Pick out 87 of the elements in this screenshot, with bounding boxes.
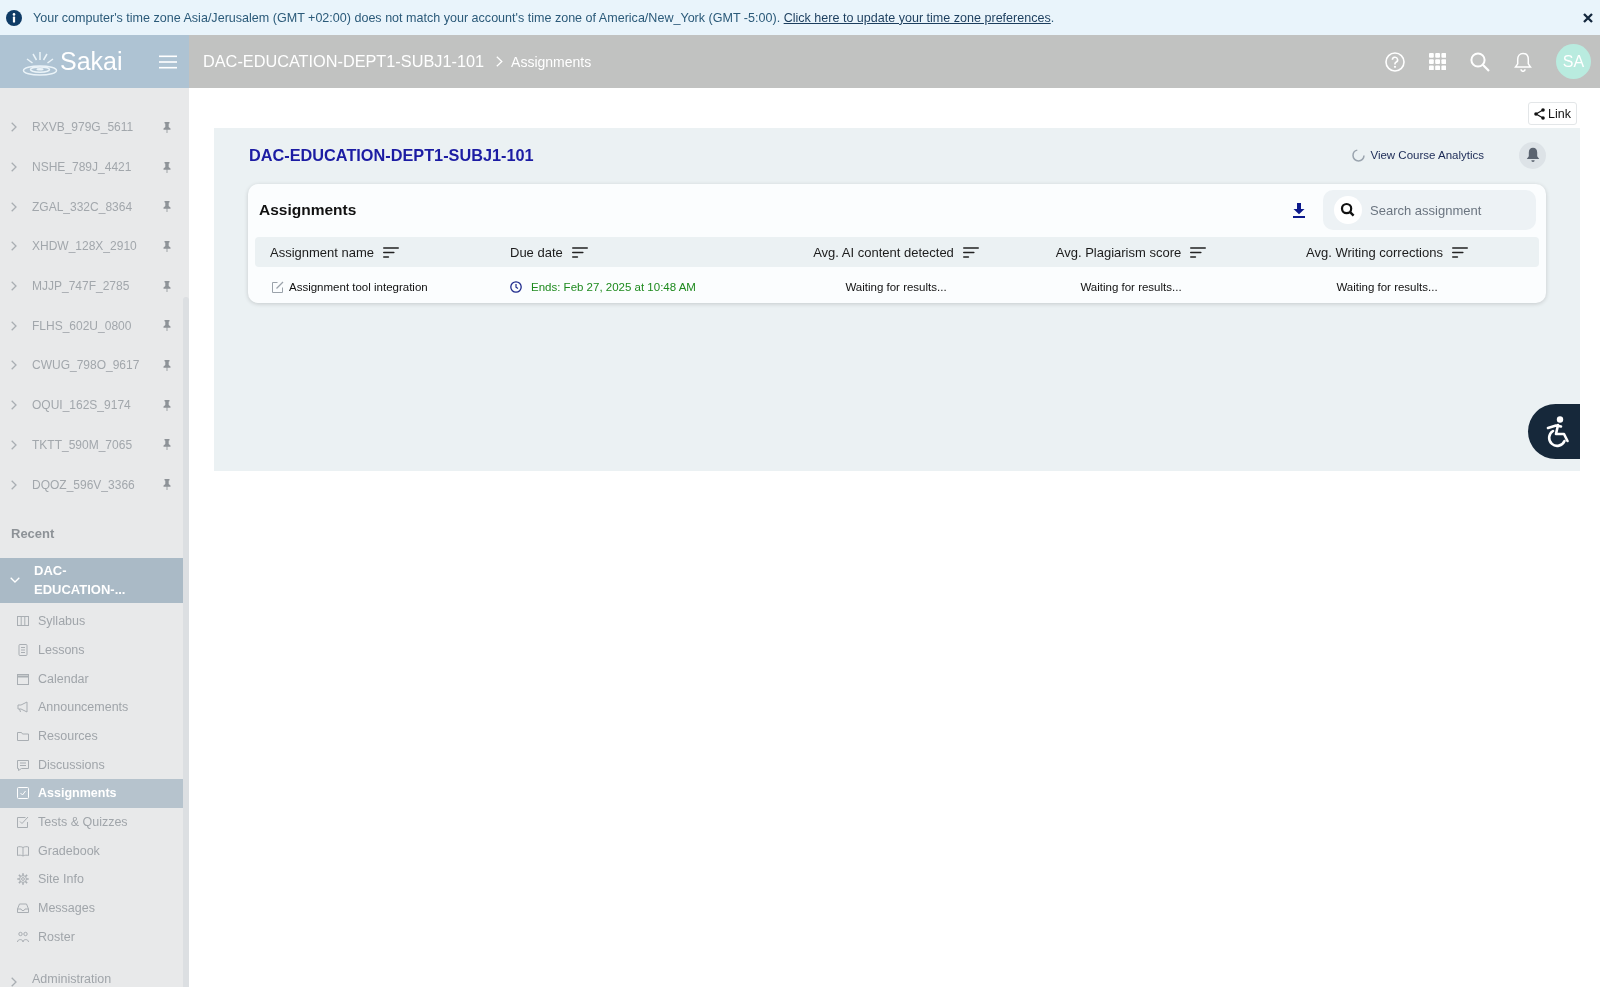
- checkbox-icon: [17, 787, 29, 800]
- due-date-text: Ends: Feb 27, 2025 at 10:48 AM: [531, 280, 696, 293]
- tool-link[interactable]: Announcements: [0, 692, 183, 722]
- document-icon: [17, 643, 29, 656]
- download-icon[interactable]: [1293, 202, 1305, 218]
- site-link[interactable]: CWUG_798O_9617: [0, 345, 183, 386]
- folder-icon: [17, 729, 29, 742]
- search-field[interactable]: Search assignment: [1323, 190, 1536, 230]
- spinner-icon: [1352, 148, 1366, 162]
- people-icon: [17, 930, 29, 943]
- tool-link[interactable]: Site Info: [0, 865, 183, 894]
- column-header[interactable]: Avg. Writing corrections: [1306, 244, 1468, 260]
- columns-icon: [17, 615, 29, 628]
- site-link[interactable]: RXVB_979G_5611: [0, 107, 183, 148]
- help-icon[interactable]: [1385, 51, 1405, 72]
- column-header[interactable]: Due date: [510, 244, 588, 260]
- column-header[interactable]: Avg. AI content detected: [813, 244, 979, 260]
- pin-icon[interactable]: [163, 359, 171, 371]
- pin-icon[interactable]: [163, 240, 171, 252]
- inbox-icon: [17, 902, 29, 915]
- site-link[interactable]: FLHS_602U_0800: [0, 305, 183, 346]
- logo-text: Sakai: [60, 47, 123, 76]
- site-link[interactable]: XHDW_128X_2910: [0, 226, 183, 267]
- course-title: DAC-EDUCATION-DEPT1-SUBJ1-101: [249, 145, 534, 165]
- tool-link[interactable]: Gradebook: [0, 836, 183, 866]
- sort-icon: [571, 246, 588, 258]
- table-cell: Waiting for results...: [1336, 280, 1438, 293]
- tool-link[interactable]: Resources: [0, 721, 183, 751]
- pin-icon[interactable]: [163, 280, 171, 292]
- breadcrumb-current-page: Assignments: [511, 53, 592, 70]
- breadcrumb-site-link[interactable]: DAC-EDUCATION-DEPT1-SUBJ1-101: [203, 52, 485, 71]
- section-heading: Recent: [10, 525, 56, 544]
- bell-icon: [1525, 147, 1540, 163]
- site-link[interactable]: TKTT_590M_7065: [0, 425, 183, 465]
- notification-button[interactable]: [1519, 141, 1546, 169]
- search-icon[interactable]: [1470, 51, 1490, 72]
- tool-link[interactable]: Calendar: [0, 664, 183, 693]
- tool-link[interactable]: Messages: [0, 893, 183, 923]
- card-title: Assignments: [258, 201, 357, 219]
- pin-icon[interactable]: [163, 161, 171, 173]
- site-link[interactable]: ZGAL_332C_8364: [0, 186, 183, 227]
- pin-icon[interactable]: [163, 399, 171, 411]
- site-link[interactable]: MJJP_747F_2785: [0, 266, 183, 306]
- info-icon: [6, 9, 22, 26]
- sort-icon: [1190, 246, 1207, 258]
- tool-link[interactable]: Discussions: [0, 750, 183, 779]
- table-cell: Waiting for results...: [845, 280, 947, 293]
- share-icon: [1534, 107, 1546, 120]
- tool-link[interactable]: Lessons: [0, 635, 183, 665]
- book-icon: [17, 844, 29, 857]
- column-header[interactable]: Assignment name: [270, 244, 400, 260]
- clock-icon: [510, 280, 522, 293]
- edit-icon: [272, 280, 284, 293]
- pin-icon[interactable]: [163, 121, 171, 133]
- assignment-link[interactable]: Assignment tool integration: [272, 280, 428, 293]
- table-cell: Waiting for results...: [1080, 280, 1182, 293]
- sort-icon: [962, 246, 979, 258]
- site-link[interactable]: OQUI_162S_9174: [0, 385, 183, 425]
- timezone-warning-text: Your computer's time zone Asia/Jerusalem (GMT +02:00) does not match your account's time zone of America/New_York (GMT -5:00). Click here to update your time zone preferences.: [33, 10, 1056, 25]
- megaphone-icon: [17, 701, 29, 714]
- splash-logo-icon: [22, 49, 58, 76]
- timezone-preferences-link[interactable]: Click here to update your time zone preferences: [783, 10, 1051, 25]
- site-link[interactable]: NSHE_789J_4421: [0, 147, 183, 187]
- section-link[interactable]: Administration: [0, 951, 183, 987]
- check-square-icon: [17, 816, 29, 829]
- tool-link[interactable]: Assignments: [0, 779, 183, 808]
- sort-icon: [383, 246, 400, 258]
- apps-grid-icon[interactable]: [1429, 53, 1446, 70]
- user-avatar[interactable]: SA: [1556, 44, 1591, 79]
- course-analytics-link[interactable]: View Course Analytics: [1352, 148, 1484, 162]
- current-site-header[interactable]: DAC-EDUCATION-...: [0, 557, 183, 603]
- calendar-icon: [17, 672, 29, 685]
- site-link[interactable]: DQOZ_596V_3366: [0, 464, 183, 505]
- tool-link[interactable]: Roster: [0, 922, 183, 952]
- tool-link[interactable]: Syllabus: [0, 606, 183, 636]
- chevron-right-icon: [496, 56, 504, 67]
- column-header[interactable]: Avg. Plagiarism score: [1055, 244, 1207, 260]
- scrollbar-thumb[interactable]: [183, 297, 189, 987]
- bell-icon[interactable]: [1514, 51, 1532, 72]
- close-icon[interactable]: [1583, 12, 1593, 23]
- search-icon: [1334, 196, 1362, 224]
- tool-link[interactable]: Tests & Quizzes: [0, 807, 183, 837]
- sort-icon: [1451, 246, 1468, 258]
- chat-bubble-icon: [17, 758, 29, 771]
- link-button[interactable]: Link: [1528, 102, 1577, 125]
- gear-icon: [17, 873, 29, 886]
- menu-icon[interactable]: [158, 54, 177, 69]
